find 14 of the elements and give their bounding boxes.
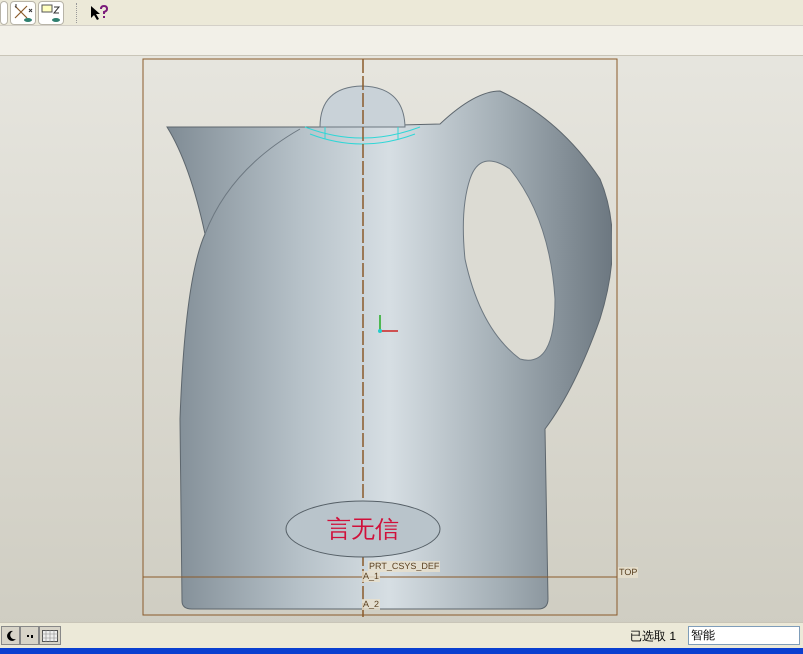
moon-icon[interactable]: [1, 626, 20, 645]
dots-icon[interactable]: [20, 626, 39, 645]
csys-label: PRT_CSYS_DEF: [368, 561, 440, 572]
csys-display-icon[interactable]: [38, 0, 64, 24]
datum-plane-label: TOP: [618, 567, 638, 578]
keyboard-icon[interactable]: [39, 626, 61, 645]
axis-label: A_2: [362, 599, 380, 610]
coordinate-system-icon: [376, 313, 400, 335]
axis-display-icon[interactable]: [10, 0, 36, 24]
model-text: 言无信: [326, 514, 400, 544]
filter-field[interactable]: 智能: [688, 626, 800, 645]
axis-label: A_1: [362, 571, 380, 582]
selection-count: 已选取 1: [630, 628, 676, 644]
help-pointer-icon[interactable]: [89, 2, 109, 22]
